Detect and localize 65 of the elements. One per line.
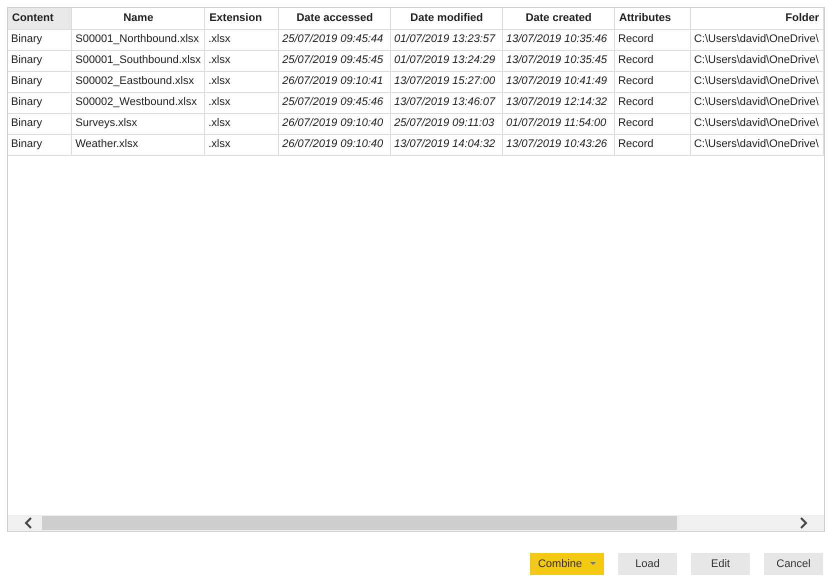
table-cell: 25/07/2019 09:45:46 xyxy=(278,92,391,113)
table-cell: Record xyxy=(614,71,690,92)
table-cell: 25/07/2019 09:45:44 xyxy=(278,29,391,50)
table-cell: Surveys.xlsx xyxy=(72,113,205,134)
table-cell: .xlsx xyxy=(204,29,279,50)
table-cell: Binary xyxy=(8,92,72,113)
table-cell: 13/07/2019 14:04:32 xyxy=(390,134,503,155)
table-cell: Record xyxy=(614,113,690,134)
table-cell: .xlsx xyxy=(204,50,279,71)
table-cell: C:\Users\david\OneDrive\ xyxy=(690,71,824,92)
caret-icon xyxy=(590,562,596,566)
table-cell: Binary xyxy=(8,29,72,50)
dialog-button[interactable]: Edit xyxy=(691,553,750,575)
table-cell: Binary xyxy=(8,50,72,71)
table-cell: Binary xyxy=(8,134,72,155)
table-cell: 26/07/2019 09:10:40 xyxy=(278,113,391,134)
table-cell: 01/07/2019 11:54:00 xyxy=(502,113,615,134)
column-header[interactable]: Date modified xyxy=(390,8,503,29)
table-cell: 01/07/2019 13:24:29 xyxy=(390,50,503,71)
table-cell: C:\Users\david\OneDrive\ xyxy=(690,50,824,71)
column-header[interactable]: Extension xyxy=(204,8,279,29)
table-cell: C:\Users\david\OneDrive\ xyxy=(690,134,824,155)
table-cell: C:\Users\david\OneDrive\ xyxy=(690,113,824,134)
table-cell: 01/07/2019 13:23:57 xyxy=(390,29,503,50)
table-cell: 13/07/2019 10:35:46 xyxy=(502,29,615,50)
dialog-button[interactable]: Combine xyxy=(530,553,604,575)
table-cell: .xlsx xyxy=(204,71,279,92)
column-header[interactable]: Date created xyxy=(502,8,615,29)
table-cell: Binary xyxy=(8,71,72,92)
table-cell: Record xyxy=(614,134,690,155)
horizontal-scrollbar[interactable] xyxy=(8,515,824,531)
table-cell: C:\Users\david\OneDrive\ xyxy=(690,29,824,50)
table-cell: 13/07/2019 10:41:49 xyxy=(502,71,615,92)
table-cell: 13/07/2019 15:27:00 xyxy=(390,71,503,92)
scrollbar-thumb[interactable] xyxy=(42,516,677,530)
dialog-button[interactable]: Cancel xyxy=(764,553,823,575)
column-header[interactable]: Content xyxy=(8,8,72,29)
table-cell: 26/07/2019 09:10:41 xyxy=(278,71,391,92)
table-cell: S00002_Eastbound.xlsx xyxy=(72,71,205,92)
table-cell: Record xyxy=(614,50,690,71)
table-cell: 13/07/2019 12:14:32 xyxy=(502,92,615,113)
table-cell: C:\Users\david\OneDrive\ xyxy=(690,92,824,113)
table-cell: Binary xyxy=(8,113,72,134)
table-cell: .xlsx xyxy=(204,113,279,134)
table-cell: S00001_Northbound.xlsx xyxy=(72,29,205,50)
table-cell: Record xyxy=(614,92,690,113)
dialog-button[interactable]: Load xyxy=(618,553,677,575)
table-cell: S00002_Westbound.xlsx xyxy=(72,92,205,113)
scroll-right-icon[interactable] xyxy=(798,517,808,529)
column-header[interactable]: Date accessed xyxy=(278,8,391,29)
table-cell: 25/07/2019 09:11:03 xyxy=(390,113,503,134)
column-header[interactable]: Attributes xyxy=(614,8,690,29)
table-cell: Weather.xlsx xyxy=(72,134,205,155)
table-cell: .xlsx xyxy=(204,92,279,113)
table-cell: .xlsx xyxy=(204,134,279,155)
table-cell: Record xyxy=(614,29,690,50)
table-cell: 26/07/2019 09:10:40 xyxy=(278,134,391,155)
column-header[interactable]: Folder xyxy=(690,8,824,29)
table-cell: 13/07/2019 10:35:45 xyxy=(502,50,615,71)
table-cell: 13/07/2019 13:46:07 xyxy=(390,92,503,113)
table-cell: 25/07/2019 09:45:45 xyxy=(278,50,391,71)
table-cell: 13/07/2019 10:43:26 xyxy=(502,134,615,155)
table-cell: S00001_Southbound.xlsx xyxy=(72,50,205,71)
scroll-left-icon[interactable] xyxy=(24,517,34,529)
column-header[interactable]: Name xyxy=(72,8,205,29)
